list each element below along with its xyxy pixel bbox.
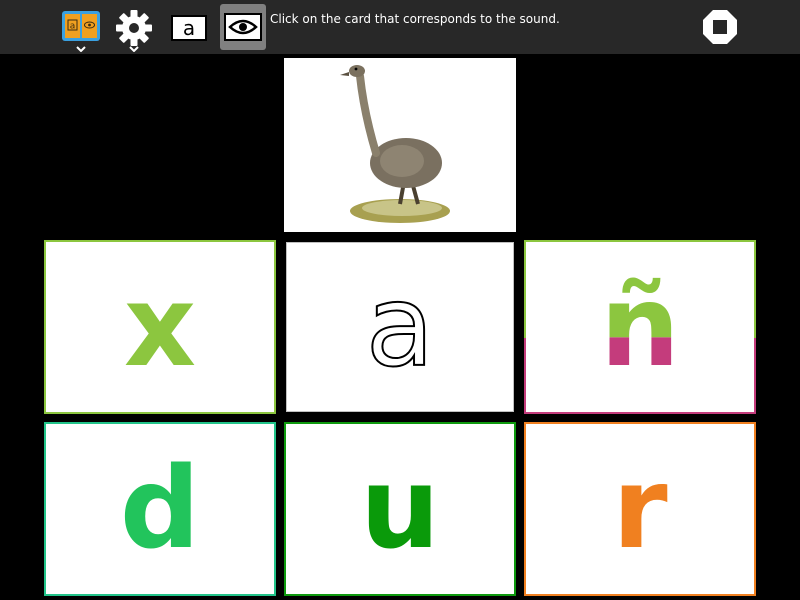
book-letter: a xyxy=(70,22,76,32)
book-icon: a xyxy=(62,11,100,41)
gear-icon xyxy=(116,10,152,46)
chevron-down-icon xyxy=(76,46,86,52)
letter-card-x[interactable]: x xyxy=(44,240,276,414)
card-letter: a xyxy=(365,262,436,392)
card-letter: u xyxy=(360,444,440,574)
instruction-text: Click on the card that corresponds to th… xyxy=(270,12,560,26)
letter-card-enye[interactable]: ñ ñ xyxy=(524,240,756,414)
view-button[interactable] xyxy=(220,4,266,50)
stop-button[interactable] xyxy=(701,8,739,46)
letter-card-u[interactable]: u xyxy=(284,422,516,596)
card-accent-stripe xyxy=(524,338,526,414)
letter-button-text: a xyxy=(183,16,195,40)
letter-card-a[interactable]: a xyxy=(286,242,514,412)
card-letter: x xyxy=(123,262,197,392)
ostrich-icon xyxy=(340,65,450,223)
toolbar: a a Click on the card that corresponds t… xyxy=(0,0,800,54)
prompt-image xyxy=(284,58,516,232)
settings-button[interactable] xyxy=(112,6,156,52)
card-letter: r xyxy=(612,444,668,574)
letter-button[interactable]: a xyxy=(170,9,208,47)
stop-icon xyxy=(703,10,737,44)
card-letter: d xyxy=(119,444,201,574)
eye-icon xyxy=(224,13,262,41)
letter-a-icon: a xyxy=(171,15,207,41)
library-button[interactable]: a xyxy=(60,6,102,52)
card-accent-stripe xyxy=(754,338,756,414)
letter-card-d[interactable]: d xyxy=(44,422,276,596)
chevron-down-icon xyxy=(129,46,139,52)
letter-card-r[interactable]: r xyxy=(524,422,756,596)
